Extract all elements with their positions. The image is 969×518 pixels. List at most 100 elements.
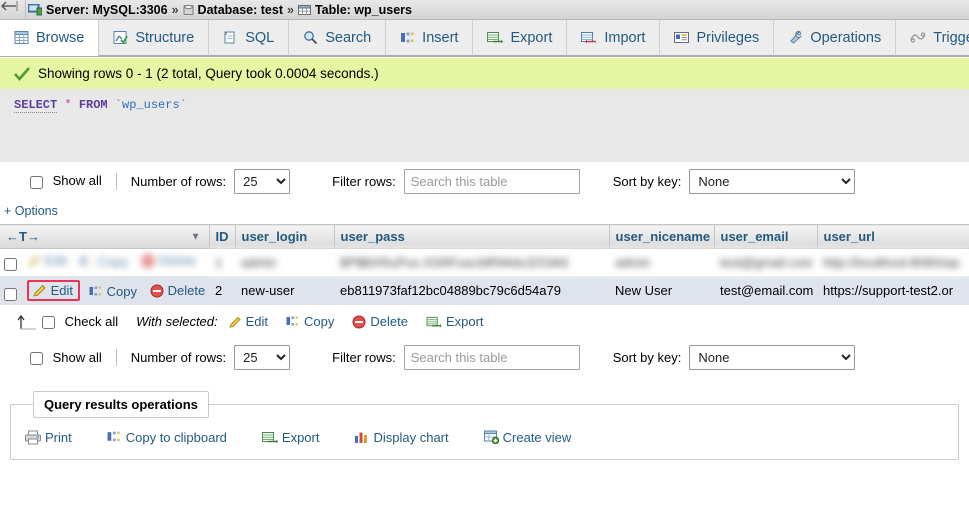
row-select-checkbox[interactable]	[4, 287, 17, 301]
row-delete-link[interactable]: Delete	[150, 283, 205, 298]
query-success-notice: Showing rows 0 - 1 (2 total, Query took …	[0, 57, 969, 89]
sort-by-key-label-bottom: Sort by key:	[612, 350, 682, 366]
cell-user-login: admin	[235, 248, 334, 276]
show-all-input-bottom[interactable]	[30, 352, 43, 366]
column-header-user-nicename[interactable]: user_nicename	[609, 224, 715, 249]
tab-sql[interactable]: SQL	[209, 20, 290, 56]
breadcrumb-database[interactable]: Database: test	[181, 3, 285, 17]
search-icon	[303, 30, 318, 45]
query-success-text: Showing rows 0 - 1 (2 total, Query took …	[38, 66, 379, 81]
number-of-rows-select-bottom[interactable]: 25	[234, 345, 291, 371]
tab-triggers-label: Triggers	[933, 29, 969, 46]
create-view-action[interactable]: Create view	[483, 430, 571, 445]
cell-user-url: https://support-test2.or	[817, 275, 969, 305]
with-selected-delete[interactable]: Delete	[352, 314, 408, 329]
chevron-down-icon[interactable]: ▼	[191, 231, 201, 242]
tab-export[interactable]: Export	[473, 20, 568, 56]
sort-arrows-label: ←T→	[6, 229, 40, 244]
column-header-id[interactable]: ID	[209, 224, 236, 249]
tab-insert[interactable]: Insert	[386, 20, 474, 56]
sql-table-name: `wp_users`	[114, 98, 187, 112]
delete-circle-icon	[150, 284, 164, 298]
breadcrumb-server-label: Server: MySQL:3306	[46, 2, 168, 17]
row-copy-label: Copy	[97, 253, 129, 269]
browse-icon	[14, 30, 29, 45]
with-selected-edit[interactable]: Edit	[228, 314, 268, 329]
tab-insert-label: Insert	[422, 29, 459, 46]
back-arrow-icon[interactable]	[0, 0, 26, 20]
table-row[interactable]: Edit Copy	[0, 275, 969, 305]
export-action[interactable]: Export	[261, 430, 319, 445]
breadcrumb-separator-1: »	[171, 2, 179, 17]
breadcrumb-table-label: Table: wp_users	[314, 2, 412, 17]
with-selected-label: With selected:	[136, 314, 218, 330]
sql-keyword-select: SELECT	[14, 98, 58, 113]
cell-user-pass: eb811973faf12bc04889bc79c6d54a79	[334, 275, 609, 305]
number-of-rows-label-top: Number of rows:	[130, 173, 227, 189]
row-delete-label: Delete	[158, 253, 197, 269]
column-header-user-email[interactable]: user_email	[714, 224, 818, 249]
tab-operations-label: Operations	[810, 29, 882, 46]
query-results-operations-legend: Query results operations	[33, 390, 209, 418]
sort-by-key-select-bottom[interactable]: None	[689, 345, 856, 371]
column-header-user-login[interactable]: user_login	[235, 224, 335, 249]
with-selected-delete-label: Delete	[370, 314, 408, 330]
tab-operations[interactable]: Operations	[774, 20, 897, 56]
tab-search[interactable]: Search	[289, 20, 387, 56]
tab-triggers[interactable]: Triggers	[896, 20, 969, 56]
number-of-rows-select-top[interactable]: 25	[234, 168, 291, 194]
print-action[interactable]: Print	[25, 430, 72, 445]
display-chart-action[interactable]: Display chart	[354, 430, 449, 445]
import-icon	[581, 30, 597, 45]
tab-structure-label: Structure	[135, 29, 195, 46]
number-of-rows-label-bottom: Number of rows:	[130, 350, 227, 366]
tab-search-label: Search	[325, 29, 372, 46]
row-delete-link[interactable]: Delete	[141, 253, 197, 269]
results-header-row: ←T→ ▼ ID user_login user_pass user_nicen…	[0, 224, 969, 249]
tab-browse[interactable]: Browse	[0, 20, 100, 56]
structure-icon	[113, 30, 129, 45]
sql-icon	[223, 30, 238, 45]
check-all-checkbox[interactable]: Check all	[42, 314, 118, 330]
sort-by-key-select-top[interactable]: None	[689, 168, 856, 194]
with-selected-export[interactable]: Export	[426, 314, 484, 329]
show-all-checkbox-top[interactable]: Show all	[30, 173, 102, 189]
query-results-operations-wrapper: Query results operations Print Copy to c…	[0, 377, 969, 460]
breadcrumb-server[interactable]: Server: MySQL:3306	[26, 3, 170, 17]
sort-by-key-label-top: Sort by key:	[612, 173, 682, 189]
cell-user-nicename: admin	[609, 248, 714, 276]
filter-rows-input-bottom[interactable]	[403, 345, 580, 371]
with-selected-copy[interactable]: Copy	[286, 314, 334, 329]
breadcrumb-table[interactable]: Table: wp_users	[296, 3, 414, 17]
row-actions-cell: Edit Copy Delete	[0, 275, 209, 305]
query-results-operations-actions: Print Copy to clipboard Export Display c…	[11, 418, 958, 459]
delete-circle-icon	[141, 254, 155, 268]
show-all-checkbox-bottom[interactable]: Show all	[30, 350, 102, 366]
results-table-wrapper: ←T→ ▼ ID user_login user_pass user_nicen…	[0, 224, 969, 305]
options-toggle-link[interactable]: + Options	[0, 200, 969, 224]
tab-structure[interactable]: Structure	[99, 20, 210, 56]
row-edit-link[interactable]: Edit	[27, 253, 67, 268]
tab-privileges[interactable]: Privileges	[660, 20, 775, 56]
show-all-input-top[interactable]	[30, 175, 43, 189]
column-header-user-url[interactable]: user_url	[817, 224, 969, 249]
cell-user-url: http://localhost:8080/wp	[817, 248, 969, 276]
row-select-checkbox[interactable]	[4, 258, 17, 272]
tab-import[interactable]: Import	[567, 20, 661, 56]
results-controls-top: Show all Number of rows: 25 Filter rows:…	[0, 162, 969, 200]
query-results-operations-fieldset: Query results operations Print Copy to c…	[10, 390, 959, 460]
row-copy-link[interactable]: Copy	[89, 284, 137, 299]
row-edit-link[interactable]: Edit	[26, 279, 81, 301]
cell-user-pass: $P$BXRuPus.XSRFuwJdRWebJZGWd	[334, 248, 609, 276]
row-copy-link[interactable]: Copy	[80, 254, 128, 269]
copy-to-clipboard-action[interactable]: Copy to clipboard	[107, 430, 227, 445]
column-sort-arrows-header[interactable]: ←T→ ▼	[0, 224, 210, 249]
column-header-user-pass[interactable]: user_pass	[334, 224, 610, 249]
up-left-arrow-icon	[16, 313, 42, 331]
main-tabbar: Browse Structure SQL Search Insert Expor…	[0, 20, 969, 57]
check-all-input[interactable]	[42, 316, 55, 330]
show-all-label-top: Show all	[52, 173, 102, 189]
sql-query-box[interactable]: SELECT * FROM `wp_users`	[0, 89, 969, 134]
filter-rows-input-top[interactable]	[403, 168, 580, 194]
table-row[interactable]: Edit Copy	[0, 248, 969, 276]
